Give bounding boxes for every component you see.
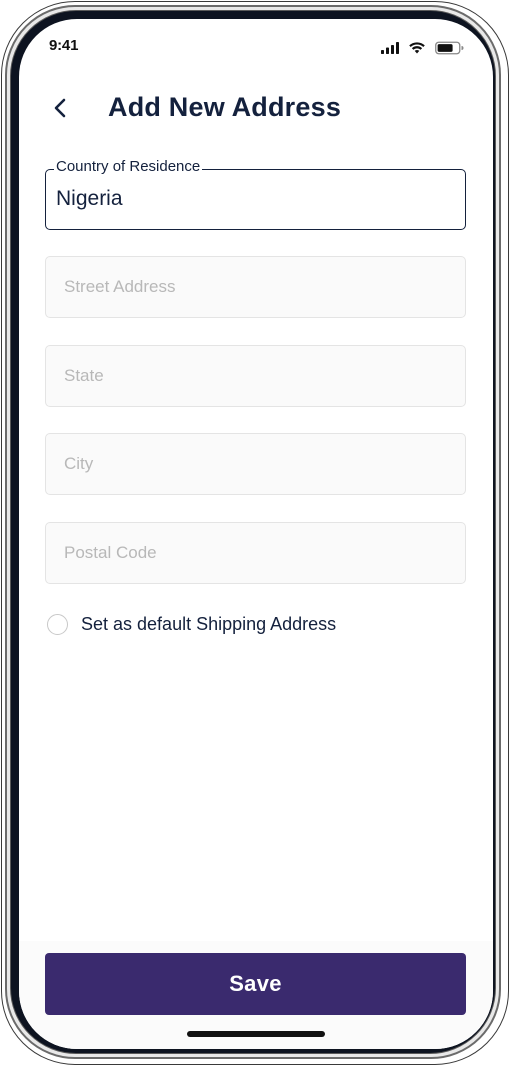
status-icons-graphic: [381, 41, 464, 55]
back-button[interactable]: [47, 93, 75, 123]
status-time: 9:41: [49, 37, 79, 54]
default-shipping-label: Set as default Shipping Address: [81, 614, 337, 634]
wifi-icon: [409, 42, 425, 54]
default-shipping-radio[interactable]: [47, 614, 68, 635]
country-field-label: Country of Residence: [54, 158, 203, 175]
postal-code-input[interactable]: [46, 523, 465, 583]
city-field[interactable]: [45, 433, 466, 495]
state-field[interactable]: [45, 345, 466, 407]
app-screen: 9:41 Add New Address Country of Residenc…: [19, 19, 493, 1049]
signal-icon: [381, 42, 399, 54]
save-button[interactable]: Save: [45, 953, 466, 1015]
city-input[interactable]: [46, 434, 465, 494]
page-title: Add New Address: [108, 92, 342, 122]
postal-code-field[interactable]: [45, 522, 466, 584]
default-shipping-option[interactable]: Set as default Shipping Address: [47, 613, 407, 639]
street-address-input[interactable]: [46, 257, 465, 317]
country-select[interactable]: Country of Residence Nigeria: [45, 158, 466, 230]
status-icons: [381, 41, 465, 55]
state-input[interactable]: [46, 346, 465, 406]
home-indicator: [187, 1031, 325, 1037]
street-address-field[interactable]: [45, 256, 466, 318]
chevron-left-icon: [54, 98, 66, 118]
battery-icon: [435, 41, 464, 55]
country-value: Nigeria: [56, 187, 123, 210]
